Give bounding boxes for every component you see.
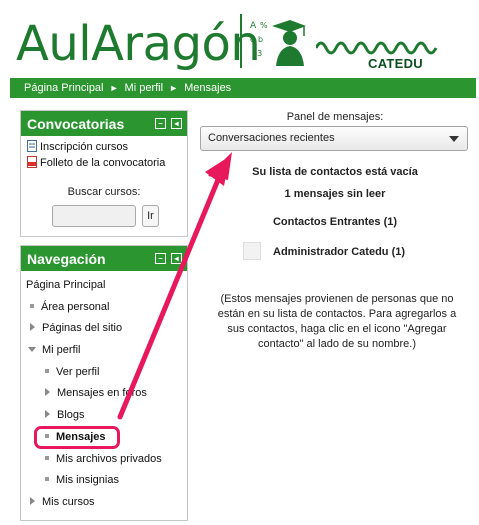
nav-archivos-privados[interactable]: Mis archivos privados — [45, 453, 162, 465]
catedu-logo: CATEDU — [314, 34, 476, 71]
nav-label: Blogs — [57, 409, 85, 421]
breadcrumb-home[interactable]: Página Principal — [24, 82, 104, 94]
panel-label: Panel de mensajes: — [286, 111, 384, 123]
nav-label: Área personal — [41, 301, 110, 313]
nav-blogs[interactable]: Blogs — [45, 409, 85, 421]
minimize-icon[interactable]: – — [155, 118, 166, 129]
dock-icon[interactable]: ◂ — [171, 118, 182, 129]
svg-text:%: % — [260, 21, 268, 30]
search-courses-input[interactable] — [52, 205, 136, 227]
nav-mis-cursos[interactable]: Mis cursos — [30, 496, 95, 508]
dock-icon[interactable]: ◂ — [171, 253, 182, 264]
nav-label: Mensajes en foros — [57, 387, 147, 399]
breadcrumb-profile[interactable]: Mi perfil — [125, 82, 164, 94]
expand-arrow-icon — [30, 497, 35, 505]
svg-text:13: 13 — [252, 49, 262, 58]
expand-arrow-icon — [45, 410, 50, 418]
nav-label: Ver perfil — [56, 366, 100, 378]
minimize-icon[interactable]: – — [155, 253, 166, 264]
block-header: Convocatorias – ◂ — [21, 111, 187, 136]
expand-arrow-icon — [45, 388, 50, 396]
document-icon — [27, 140, 37, 152]
link-inscripcion[interactable]: Inscripción cursos — [27, 140, 128, 153]
graduate-icon: A b o 13 % — [240, 14, 306, 68]
convocatorias-block: Convocatorias – ◂ Inscripción cursos Fol… — [20, 110, 188, 237]
pdf-icon — [27, 156, 37, 168]
wave-icon — [314, 41, 438, 55]
svg-text:b: b — [258, 35, 263, 44]
avatar[interactable] — [243, 242, 261, 260]
nav-ver-perfil[interactable]: Ver perfil — [45, 366, 99, 378]
nav-area-personal[interactable]: Área personal — [30, 301, 110, 313]
message-panel-select[interactable]: Conversaciones recientes — [200, 126, 468, 151]
block-title: Navegación — [27, 251, 106, 267]
nav-mensajes-foros[interactable]: Mensajes en foros — [45, 387, 147, 399]
link-label: Inscripción cursos — [40, 141, 129, 153]
link-label: Folleto de la convocatoria — [40, 157, 166, 169]
nav-label: Mis insignias — [56, 474, 119, 486]
site-header: AulAragón A b o 13 % CATEDU — [0, 0, 479, 76]
select-value: Conversaciones recientes — [208, 132, 335, 144]
nav-mi-perfil[interactable]: Mi perfil — [28, 344, 81, 356]
nav-label: Mis cursos — [42, 496, 95, 508]
search-go-button[interactable]: Ir — [142, 205, 159, 227]
breadcrumb-separator: ► — [169, 83, 179, 93]
nav-label: Mis archivos privados — [56, 453, 162, 465]
svg-text:o: o — [250, 35, 255, 44]
contact-link[interactable]: Administrador Catedu (1) — [273, 246, 405, 258]
info-text: (Estos mensajes provienen de personas qu… — [217, 293, 457, 350]
site-logo[interactable]: AulAragón — [16, 18, 261, 70]
bullet-icon — [30, 304, 34, 308]
nav-insignias[interactable]: Mis insignias — [45, 474, 119, 486]
search-label: Buscar cursos: — [67, 186, 141, 198]
unread-count: 1 mensajes sin leer — [284, 188, 386, 200]
block-header: Navegación – ◂ — [21, 246, 187, 271]
incoming-contacts-heading: Contactos Entrantes (1) — [272, 216, 398, 228]
dropdown-arrow-icon — [449, 136, 459, 142]
nav-home[interactable]: Página Principal — [26, 279, 106, 291]
bullet-icon — [45, 456, 49, 460]
nav-label: Páginas del sitio — [42, 322, 123, 334]
breadcrumb: Página Principal ► Mi perfil ► Mensajes — [10, 78, 476, 98]
nav-paginas-sitio[interactable]: Páginas del sitio — [30, 322, 122, 334]
breadcrumb-separator: ► — [109, 83, 119, 93]
bullet-icon — [45, 477, 49, 481]
catedu-label: CATEDU — [368, 56, 423, 71]
bullet-icon — [45, 369, 49, 373]
expand-arrow-icon — [30, 323, 35, 331]
nav-label: Mi perfil — [42, 344, 81, 356]
highlight-box — [34, 426, 120, 449]
block-title: Convocatorias — [27, 116, 125, 132]
collapse-arrow-icon — [28, 347, 36, 352]
empty-contacts-text: Su lista de contactos está vacía — [252, 166, 418, 178]
link-folleto[interactable]: Folleto de la convocatoria — [27, 156, 165, 169]
breadcrumb-messages: Mensajes — [184, 82, 232, 94]
svg-text:A: A — [250, 21, 257, 31]
